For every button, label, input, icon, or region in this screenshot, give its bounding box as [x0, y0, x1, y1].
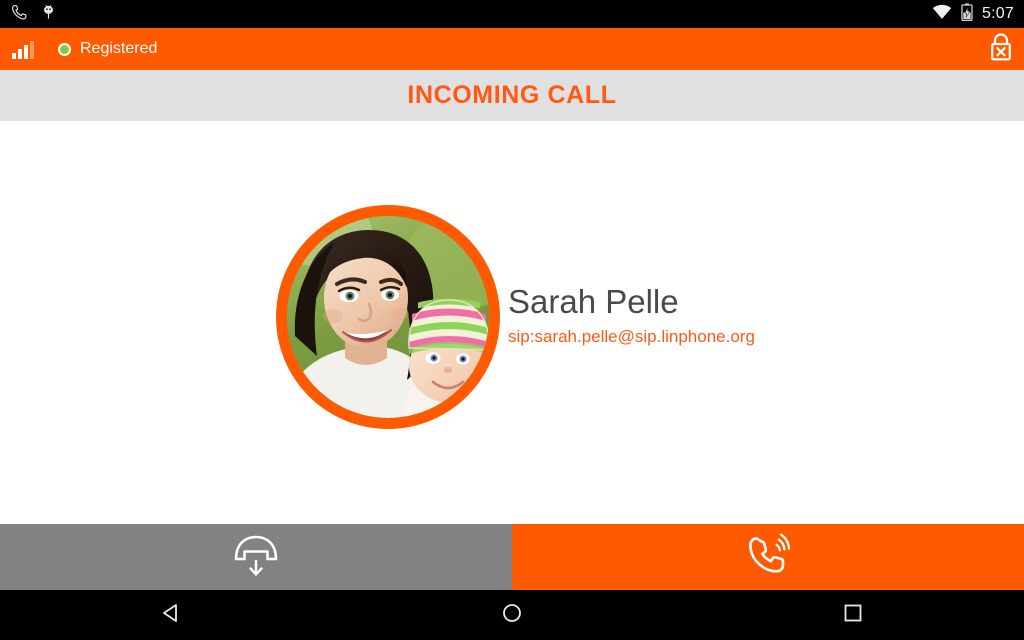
call-action-bar: [0, 524, 1024, 590]
home-circle-icon: [501, 602, 523, 629]
status-bar-notification-icons: [10, 3, 69, 26]
signal-bars-icon: [12, 39, 36, 59]
call-state-band: INCOMING CALL: [0, 70, 1024, 121]
lock-crossed-icon[interactable]: [988, 32, 1014, 67]
linphone-app-bar: Registered: [0, 28, 1024, 70]
bug-droid-icon: [40, 3, 57, 26]
recents-square-icon: [842, 602, 864, 629]
registration-status[interactable]: Registered: [58, 40, 157, 58]
registration-status-dot: [58, 42, 71, 56]
decline-call-button[interactable]: [0, 524, 512, 590]
status-bar-system-icons: 5:07: [923, 2, 1014, 26]
incoming-call-screen: 5:07 Registered INCOMING CALL Sarah Pell…: [0, 0, 1024, 640]
answer-call-button[interactable]: [512, 524, 1024, 590]
contact-photo: [287, 216, 489, 418]
android-status-bar: 5:07: [0, 0, 1024, 28]
android-nav-bar: [0, 590, 1024, 640]
nav-back-button[interactable]: [0, 602, 341, 629]
wifi-icon: [932, 4, 952, 25]
contact-text: Sarah Pelle sip:sarah.pelle@sip.linphone…: [508, 283, 755, 351]
nav-home-button[interactable]: [341, 602, 682, 629]
back-triangle-icon: [160, 602, 182, 629]
nav-recents-button[interactable]: [683, 602, 1024, 629]
battery-charging-icon: [961, 2, 973, 26]
hang-up-icon: [229, 532, 283, 583]
status-bar-clock: 5:07: [982, 5, 1014, 22]
contact-name: Sarah Pelle: [508, 283, 679, 321]
registration-status-label: Registered: [80, 40, 158, 57]
avatar: [276, 205, 500, 429]
ringing-phone-icon: [743, 532, 793, 583]
call-state-title: INCOMING CALL: [407, 81, 617, 109]
phone-icon: [10, 3, 28, 26]
call-content-area: Sarah Pelle sip:sarah.pelle@sip.linphone…: [0, 121, 1024, 524]
contact-sip-address: sip:sarah.pelle@sip.linphone.org: [508, 326, 755, 346]
contact-block: Sarah Pelle sip:sarah.pelle@sip.linphone…: [276, 205, 755, 429]
